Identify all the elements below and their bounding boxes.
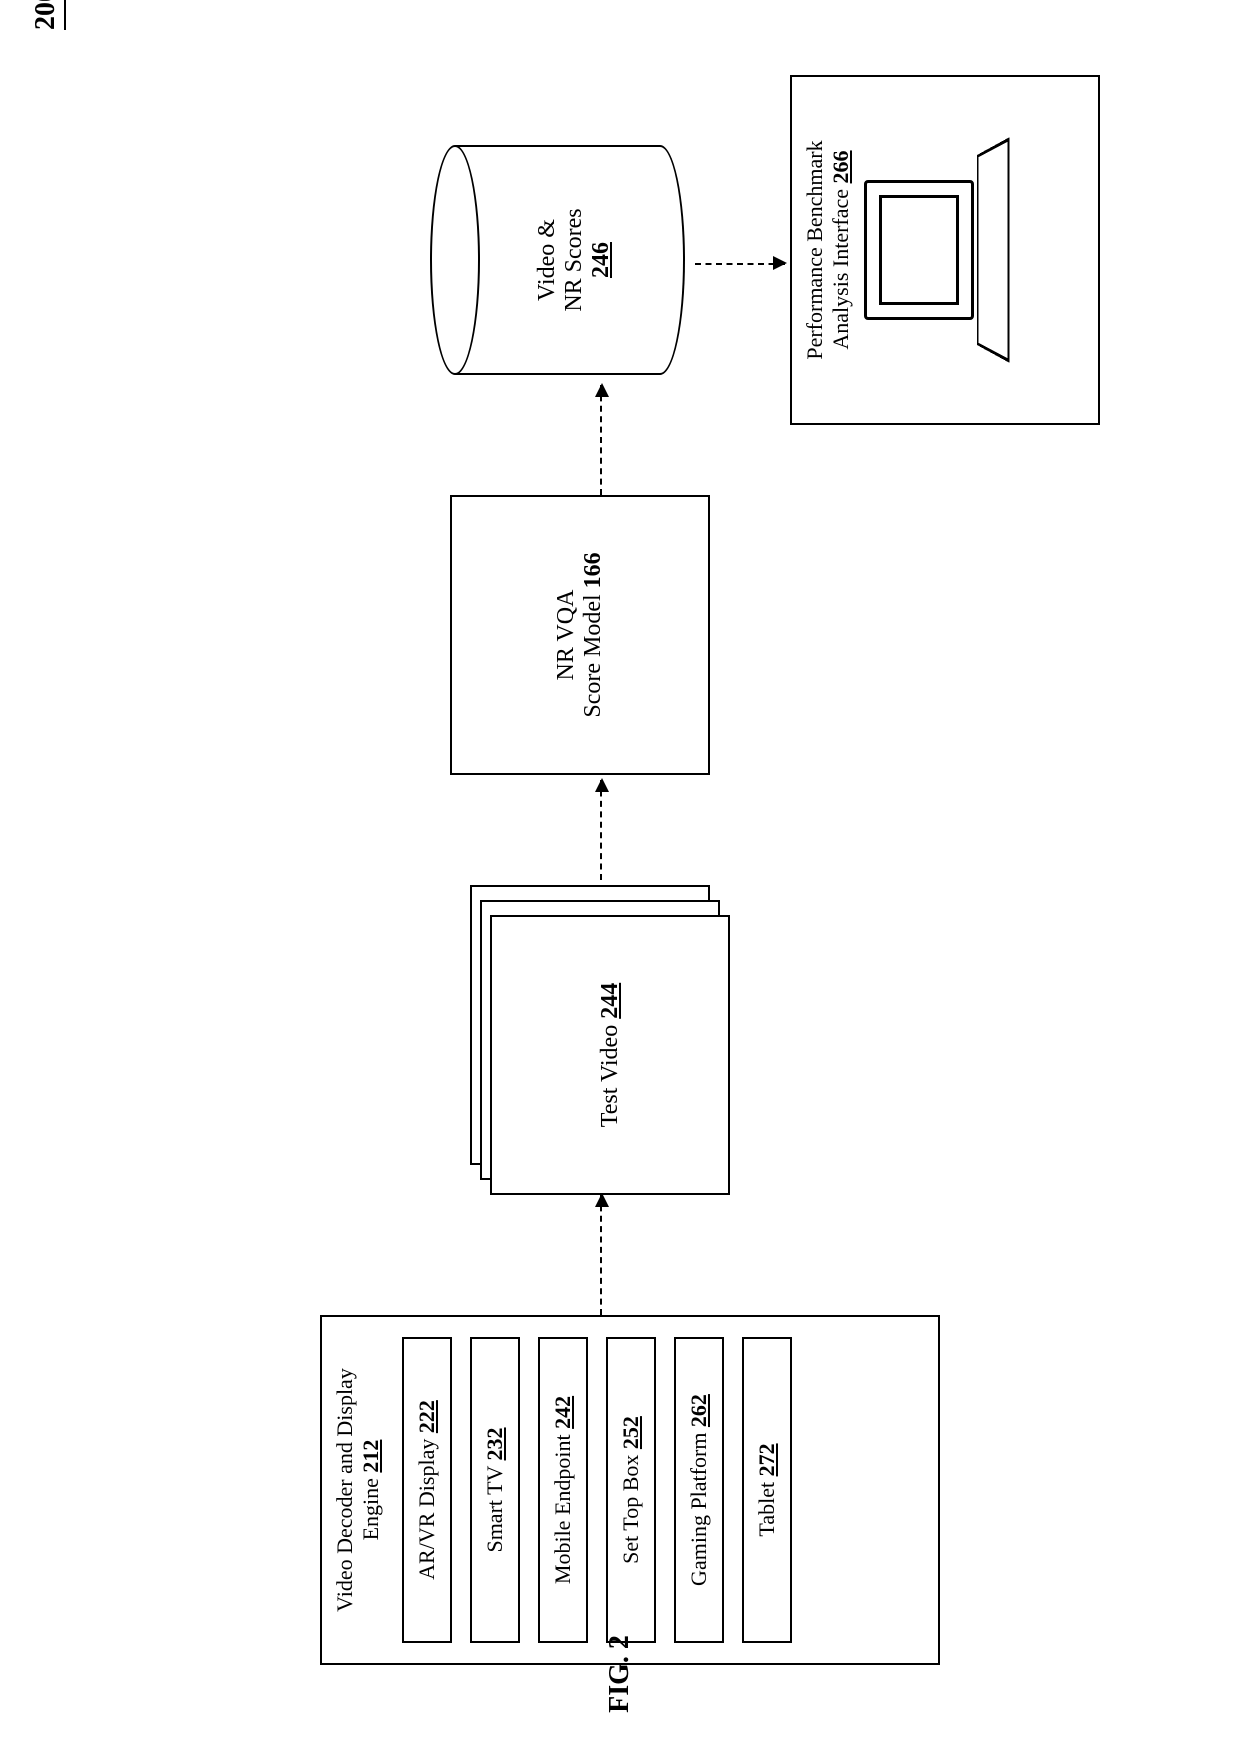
device-tablet: Tablet 272 <box>742 1337 792 1643</box>
scores-database: Video & NR Scores 246 <box>430 145 690 375</box>
database-top <box>430 145 480 375</box>
performance-benchmark-box: Performance Benchmark Analysis Interface… <box>790 75 1100 425</box>
arrow-decoder-to-video <box>600 1195 602 1315</box>
nr-vqa-model-box: NR VQA Score Model 166 <box>450 495 710 775</box>
video-decoder-engine-box: Video Decoder and Display Engine 212 AR/… <box>320 1315 940 1665</box>
arrow-db-to-perf <box>695 263 785 265</box>
perf-title: Performance Benchmark Analysis Interface… <box>802 140 854 359</box>
laptop-screen <box>864 180 974 320</box>
test-video-box: Test Video 244 <box>490 915 730 1195</box>
device-gaming: Gaming Platform 262 <box>674 1337 724 1643</box>
arrow-vqa-to-db <box>600 385 602 495</box>
laptop-keyboard <box>977 137 1010 363</box>
arrow-video-to-vqa <box>600 780 602 880</box>
diagram-container: Video Decoder and Display Engine 212 AR/… <box>70 55 1170 1695</box>
device-mobile: Mobile Endpoint 242 <box>538 1337 588 1643</box>
test-video-stack: Test Video 244 <box>470 895 730 1195</box>
device-ar-vr: AR/VR Display 222 <box>402 1337 452 1643</box>
device-set-top-box: Set Top Box 252 <box>606 1337 656 1643</box>
device-smart-tv: Smart TV 232 <box>470 1337 520 1643</box>
page-number: 200 <box>30 0 66 30</box>
database-body: Video & NR Scores 246 <box>455 145 685 375</box>
decoder-title: Video Decoder and Display Engine 212 <box>332 1337 384 1643</box>
laptop-icon <box>864 150 1044 350</box>
